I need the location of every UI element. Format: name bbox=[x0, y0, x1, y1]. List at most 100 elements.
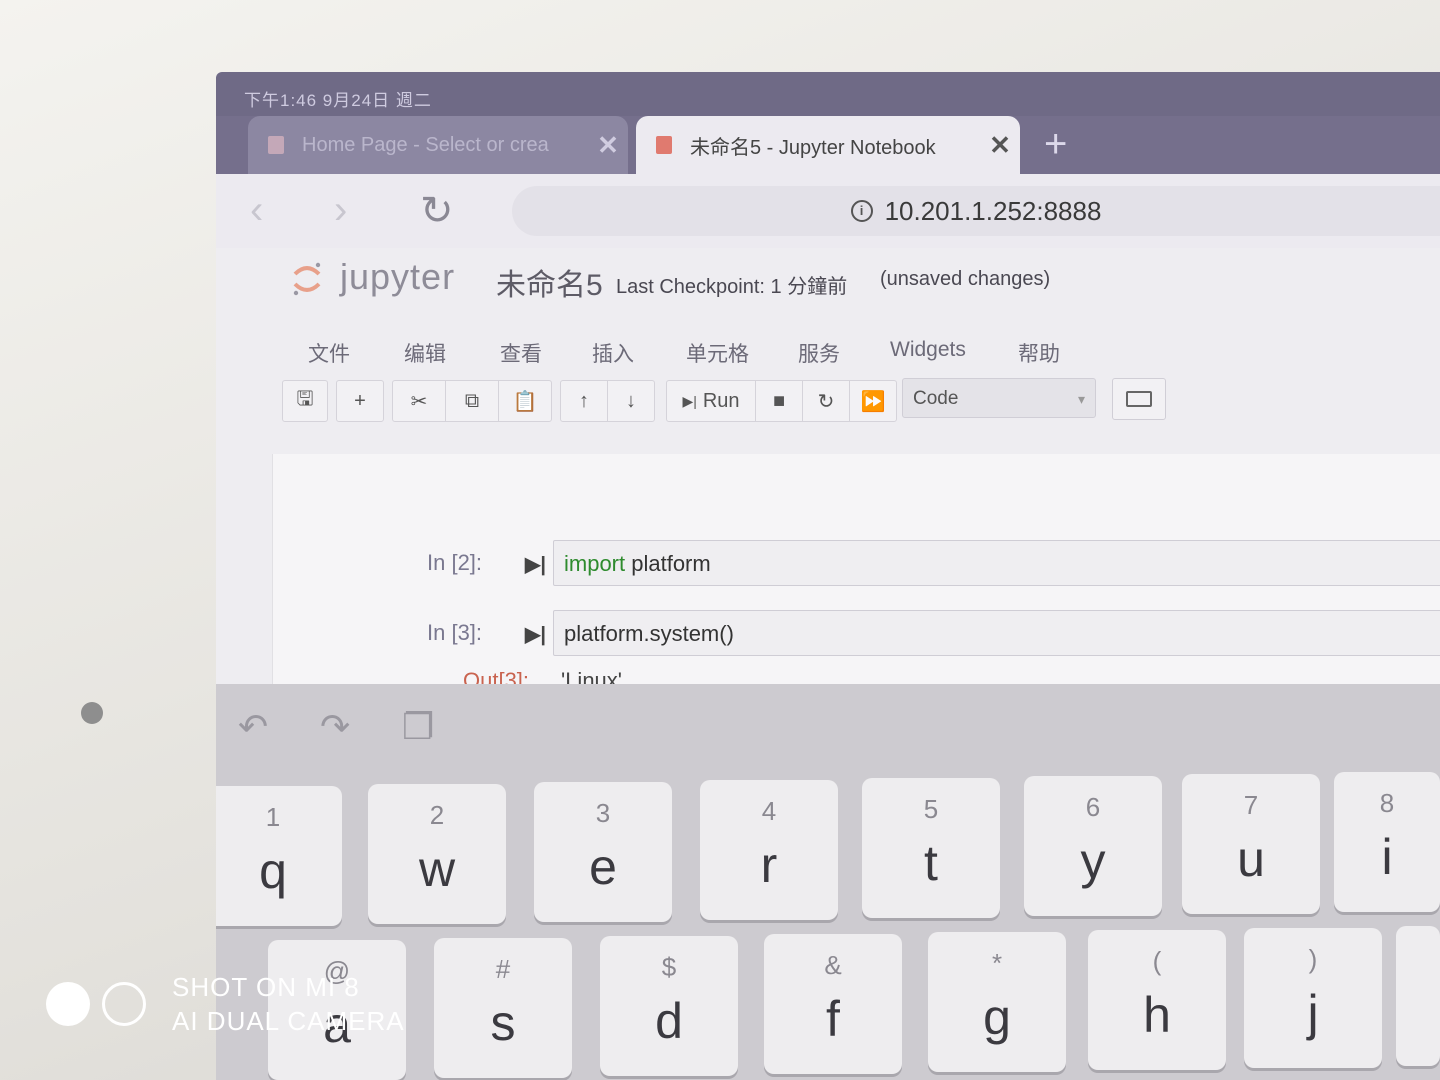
move-up-icon[interactable]: ↑ bbox=[561, 381, 608, 421]
key-label: w bbox=[418, 841, 456, 897]
code-text: platform.system() bbox=[564, 621, 734, 646]
cell-type-value: Code bbox=[913, 388, 959, 409]
watermark-line-2: AI DUAL CAMERA bbox=[172, 1006, 405, 1036]
add-cell-icon[interactable]: + bbox=[337, 381, 383, 421]
key-label: t bbox=[924, 835, 938, 891]
key-r[interactable]: 4 r bbox=[700, 780, 838, 920]
chevron-down-icon: ▾ bbox=[1077, 391, 1085, 407]
jupyter-favicon-icon bbox=[268, 136, 284, 154]
menu-cell[interactable]: 单元格 bbox=[686, 338, 749, 368]
close-tab-icon[interactable]: ✕ bbox=[588, 130, 628, 161]
code-cell-editor[interactable]: platform.system() bbox=[553, 610, 1440, 656]
tab-home-page[interactable]: Home Page - Select or crea ✕ bbox=[248, 116, 628, 174]
key-t[interactable]: 5 t bbox=[862, 778, 1000, 918]
key-j[interactable]: ) j bbox=[1244, 928, 1382, 1068]
stop-icon[interactable]: ■ bbox=[756, 381, 803, 421]
save-group: 🖫 bbox=[282, 380, 328, 422]
key-alt-label: & bbox=[824, 950, 842, 980]
close-tab-icon[interactable]: ✕ bbox=[980, 130, 1020, 161]
key-alt-label: * bbox=[991, 948, 1003, 978]
menu-view[interactable]: 查看 bbox=[500, 338, 542, 368]
redo-icon[interactable]: ↷ bbox=[320, 706, 350, 748]
menu-help[interactable]: 帮助 bbox=[1018, 338, 1060, 368]
tab-label: Home Page - Select or crea bbox=[302, 133, 549, 156]
code-cell-editor[interactable]: import platform bbox=[553, 540, 1440, 586]
back-icon[interactable]: ‹ bbox=[250, 188, 263, 233]
key-q[interactable]: 1 q bbox=[216, 786, 342, 926]
notebook-favicon-icon bbox=[656, 136, 672, 154]
menu-file[interactable]: 文件 bbox=[308, 338, 350, 368]
key-label: r bbox=[760, 837, 778, 893]
unsaved-changes-indicator: (unsaved changes) bbox=[880, 268, 1051, 290]
keyboard-icon bbox=[1126, 391, 1152, 407]
tablet-screen: 下午1:46 9月24日 週二 Home Page - Select or cr… bbox=[216, 72, 1440, 1080]
keyboard-shortcuts-button[interactable] bbox=[1112, 378, 1166, 420]
tab-notebook[interactable]: 未命名5 - Jupyter Notebook ✕ bbox=[636, 116, 1020, 174]
key-label: y bbox=[1080, 833, 1106, 889]
forward-icon[interactable]: › bbox=[334, 188, 347, 233]
key-u[interactable]: 7 u bbox=[1182, 774, 1320, 914]
key-alt-label: 7 bbox=[1243, 790, 1259, 820]
key-d[interactable]: $ d bbox=[600, 936, 738, 1076]
key-label: u bbox=[1237, 831, 1265, 887]
code-text: platform bbox=[625, 551, 711, 576]
menu-widgets[interactable]: Widgets bbox=[890, 338, 966, 362]
info-icon[interactable]: i bbox=[850, 200, 873, 222]
tab-label: 未命名5 - Jupyter Notebook bbox=[690, 136, 936, 159]
menu-kernel[interactable]: 服务 bbox=[798, 338, 840, 368]
key-f[interactable]: & f bbox=[764, 934, 902, 1074]
keyboard-shortcut-bar: ↶ ↷ ❐ bbox=[216, 684, 1440, 774]
cell-prompt: In [3]: bbox=[427, 620, 483, 645]
jupyter-wordmark[interactable]: jupyter bbox=[340, 256, 455, 298]
restart-icon[interactable]: ↻ bbox=[803, 381, 850, 421]
run-icon: ▶| bbox=[682, 392, 697, 409]
key-i[interactable]: 8 i bbox=[1334, 772, 1440, 912]
key-label: h bbox=[1143, 987, 1171, 1043]
status-bar: 下午1:46 9月24日 週二 bbox=[216, 72, 1440, 116]
cell-run-icon[interactable]: ▶| bbox=[525, 622, 546, 647]
jupyter-logo-icon[interactable] bbox=[292, 260, 322, 298]
reload-icon[interactable]: ↻ bbox=[420, 188, 454, 234]
run-button[interactable]: ▶| Run bbox=[667, 381, 756, 421]
key-k[interactable] bbox=[1396, 926, 1440, 1066]
menu-insert[interactable]: 插入 bbox=[592, 338, 634, 368]
jupyter-header: jupyter 未命名5 Last Checkpoint: 1 分鐘前 (uns… bbox=[216, 248, 1440, 320]
key-label: d bbox=[655, 993, 683, 1049]
address-bar[interactable]: i 10.201.1.252:8888 bbox=[512, 186, 1440, 236]
paste-icon[interactable]: 📋 bbox=[499, 381, 551, 421]
key-alt-label: 1 bbox=[265, 802, 281, 832]
key-label: s bbox=[490, 995, 516, 1051]
key-label: q bbox=[259, 843, 287, 899]
browser-tab-strip: Home Page - Select or crea ✕ 未命名5 - Jupy… bbox=[216, 116, 1440, 174]
move-down-icon[interactable]: ↓ bbox=[608, 381, 654, 421]
key-alt-label: 4 bbox=[761, 796, 777, 826]
undo-icon[interactable]: ↶ bbox=[238, 706, 268, 748]
clipboard-icon[interactable]: ❐ bbox=[402, 706, 434, 748]
key-y[interactable]: 6 y bbox=[1024, 776, 1162, 916]
cut-icon[interactable]: ✂ bbox=[393, 381, 446, 421]
cell-type-select[interactable]: Code ▾ bbox=[902, 378, 1096, 418]
key-g[interactable]: * g bbox=[928, 932, 1066, 1072]
copy-icon[interactable]: ⧉ bbox=[446, 381, 499, 421]
key-label: g bbox=[983, 989, 1011, 1045]
cell-prompt: In [2]: bbox=[427, 550, 483, 575]
save-icon[interactable]: 🖫 bbox=[283, 381, 327, 421]
cell-run-icon[interactable]: ▶| bbox=[525, 552, 546, 577]
watermark-line-1: SHOT ON MI 8 bbox=[172, 972, 360, 1002]
key-alt-label: 6 bbox=[1085, 792, 1101, 822]
run-group: ▶| Run ■ ↻ ⏩ bbox=[666, 380, 897, 422]
key-e[interactable]: 3 e bbox=[534, 782, 672, 922]
key-label: f bbox=[826, 991, 840, 1047]
notebook-name[interactable]: 未命名5 bbox=[496, 260, 603, 304]
key-h[interactable]: ( h bbox=[1088, 930, 1226, 1070]
browser-nav-bar: ‹ › ↻ i 10.201.1.252:8888 bbox=[216, 174, 1440, 248]
run-label: Run bbox=[702, 389, 740, 412]
key-alt-label: # bbox=[495, 954, 511, 984]
key-w[interactable]: 2 w bbox=[368, 784, 506, 924]
fast-forward-icon[interactable]: ⏩ bbox=[850, 381, 896, 421]
new-tab-button[interactable]: + bbox=[1044, 122, 1067, 167]
menu-edit[interactable]: 编辑 bbox=[404, 338, 446, 368]
key-alt-label: 2 bbox=[429, 800, 445, 830]
key-alt-label: 5 bbox=[923, 794, 939, 824]
key-s[interactable]: # s bbox=[434, 938, 572, 1078]
